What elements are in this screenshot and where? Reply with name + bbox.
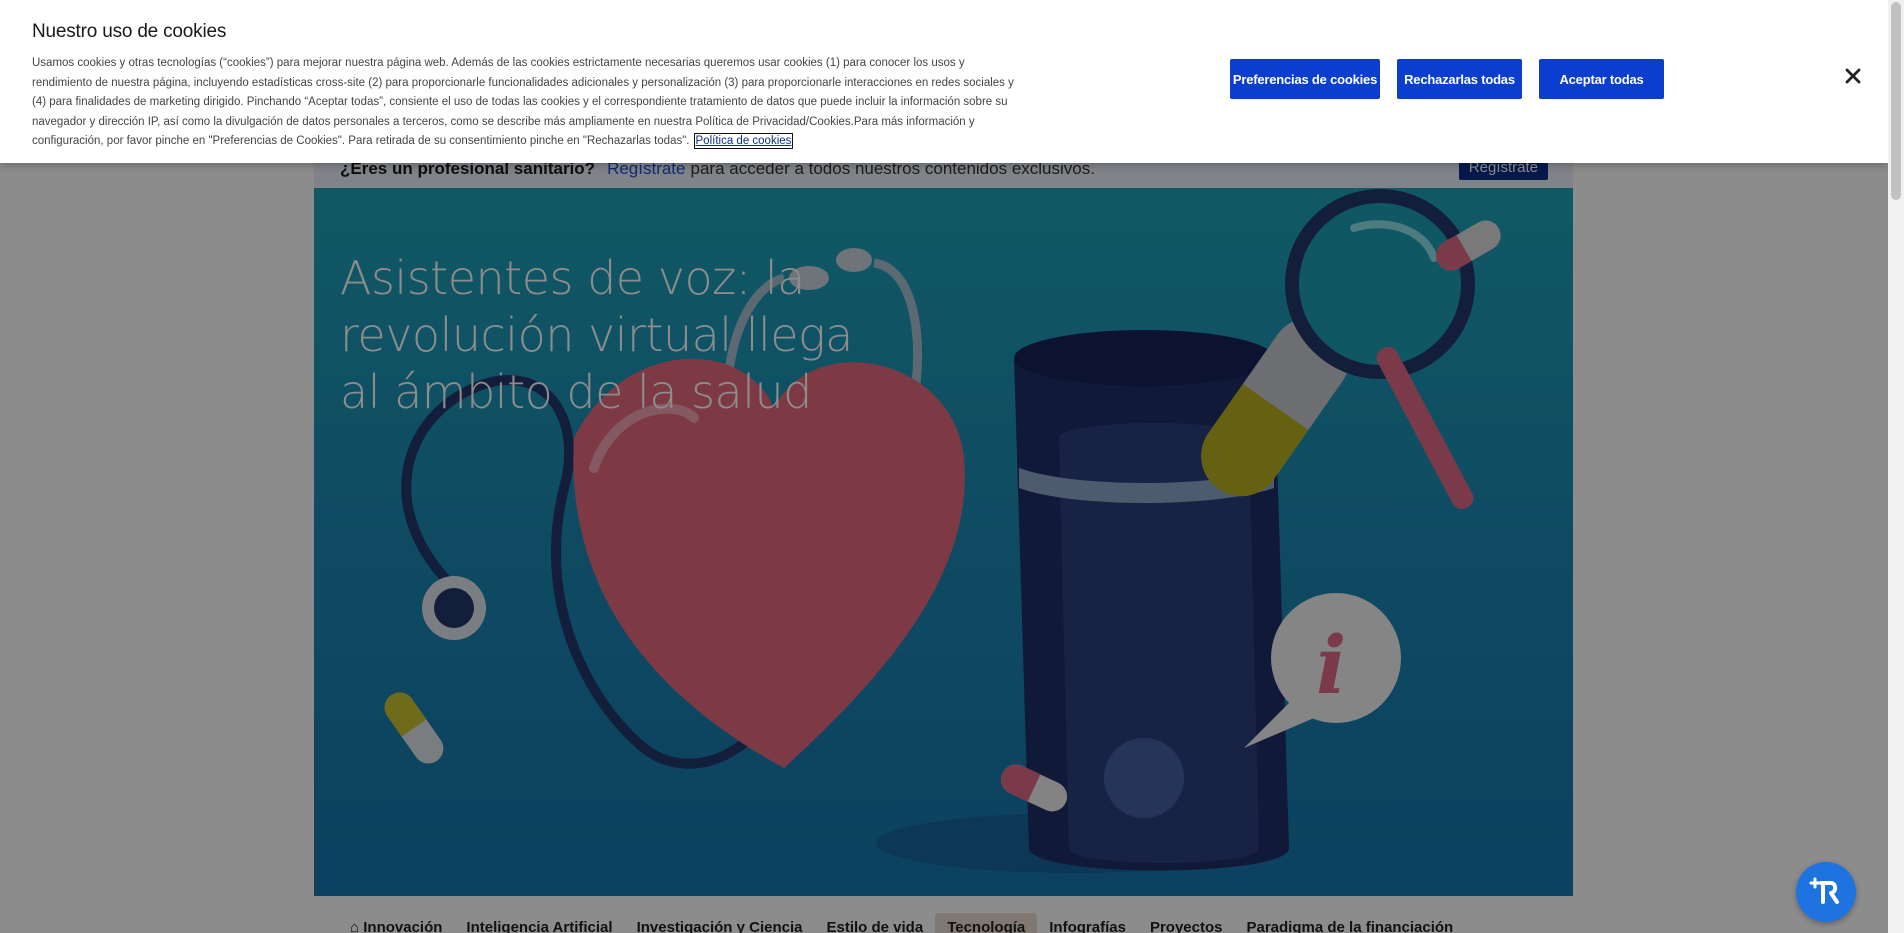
close-icon[interactable] [1843, 66, 1863, 86]
accessibility-widget-icon [1809, 877, 1839, 904]
cookie-banner: Nuestro uso de cookies Usamos cookies y … [0, 0, 1888, 163]
cookie-preferences-button[interactable]: Preferencias de cookies [1230, 59, 1380, 99]
accessibility-widget-button[interactable] [1796, 862, 1856, 922]
accept-all-button[interactable]: Aceptar todas [1539, 59, 1664, 99]
cookie-title: Nuestro uso de cookies [32, 21, 227, 42]
cookie-description: Usamos cookies y otras tecnologías (“coo… [32, 57, 1014, 148]
scrollbar-thumb[interactable] [1891, 2, 1901, 200]
reject-all-button[interactable]: Rechazarlas todas [1397, 59, 1522, 99]
cookie-text: Usamos cookies y otras tecnologías (“coo… [32, 54, 1022, 152]
cookie-policy-link[interactable]: Política de cookies [693, 133, 794, 150]
scrollbar[interactable] [1888, 0, 1904, 933]
